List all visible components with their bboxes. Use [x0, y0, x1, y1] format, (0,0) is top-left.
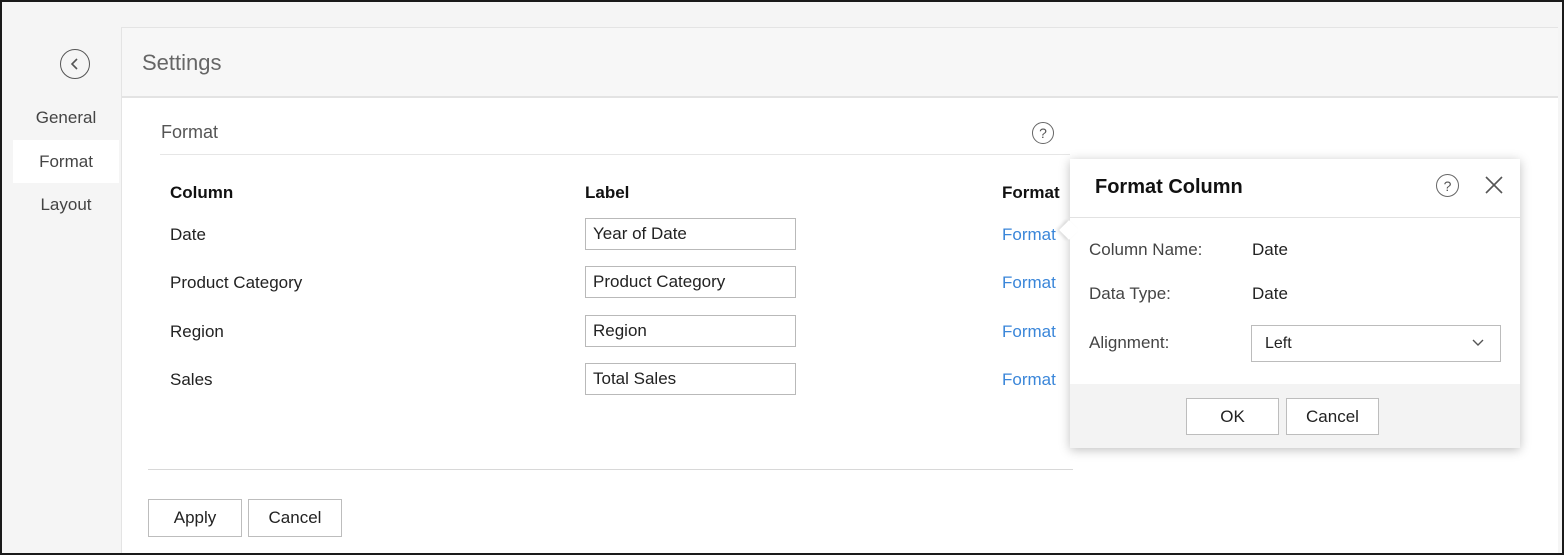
- popup-help-icon[interactable]: ?: [1436, 174, 1459, 197]
- chevron-left-icon: [70, 58, 78, 70]
- row-column-name: Region: [170, 322, 224, 341]
- data-type-label: Data Type:: [1089, 284, 1171, 303]
- label-input[interactable]: [585, 266, 796, 298]
- popup-title: Format Column: [1095, 176, 1243, 198]
- label-header: Label: [585, 183, 630, 202]
- label-input[interactable]: [585, 363, 796, 395]
- alignment-select[interactable]: Left: [1251, 325, 1501, 362]
- row-column-name: Date: [170, 225, 206, 244]
- nav-item-general[interactable]: General: [13, 96, 119, 139]
- ok-button[interactable]: OK: [1186, 398, 1279, 435]
- row-column-name: Sales: [170, 370, 213, 389]
- format-link[interactable]: Format: [1002, 370, 1056, 390]
- close-icon[interactable]: [1483, 174, 1505, 196]
- format-link[interactable]: Format: [1002, 273, 1056, 293]
- app-frame: General Format Layout Settings Format ? …: [0, 0, 1564, 555]
- back-button[interactable]: [60, 49, 90, 79]
- label-input[interactable]: [585, 315, 796, 347]
- column-name-label: Column Name:: [1089, 240, 1203, 259]
- popup-footer: OK Cancel: [1070, 384, 1520, 448]
- alignment-label: Alignment:: [1089, 333, 1170, 352]
- label-input[interactable]: [585, 218, 796, 250]
- help-icon[interactable]: ?: [1032, 122, 1054, 144]
- settings-header: Settings: [122, 28, 1558, 98]
- section-title: Format: [161, 122, 219, 142]
- data-type-value: Date: [1252, 284, 1288, 303]
- alignment-value: Left: [1265, 335, 1292, 352]
- cancel-button[interactable]: Cancel: [248, 499, 342, 537]
- format-header: Format: [1002, 183, 1060, 202]
- popup-header-divider: [1070, 217, 1520, 218]
- page-title: Settings: [142, 50, 222, 75]
- popup-cancel-button[interactable]: Cancel: [1286, 398, 1379, 435]
- format-column-popup: Format Column ? Column Name: Date Data T…: [1059, 159, 1520, 448]
- format-link[interactable]: Format: [1002, 322, 1056, 342]
- format-link[interactable]: Format: [1002, 225, 1056, 245]
- chevron-down-icon: [1472, 339, 1484, 346]
- nav-item-format[interactable]: Format: [13, 140, 119, 183]
- column-name-value: Date: [1252, 240, 1288, 259]
- footer-divider: [148, 469, 1073, 470]
- row-column-name: Product Category: [170, 273, 303, 292]
- section-divider: [160, 154, 1070, 155]
- apply-button[interactable]: Apply: [148, 499, 242, 537]
- nav-item-layout[interactable]: Layout: [13, 183, 119, 226]
- column-header: Column: [170, 183, 234, 202]
